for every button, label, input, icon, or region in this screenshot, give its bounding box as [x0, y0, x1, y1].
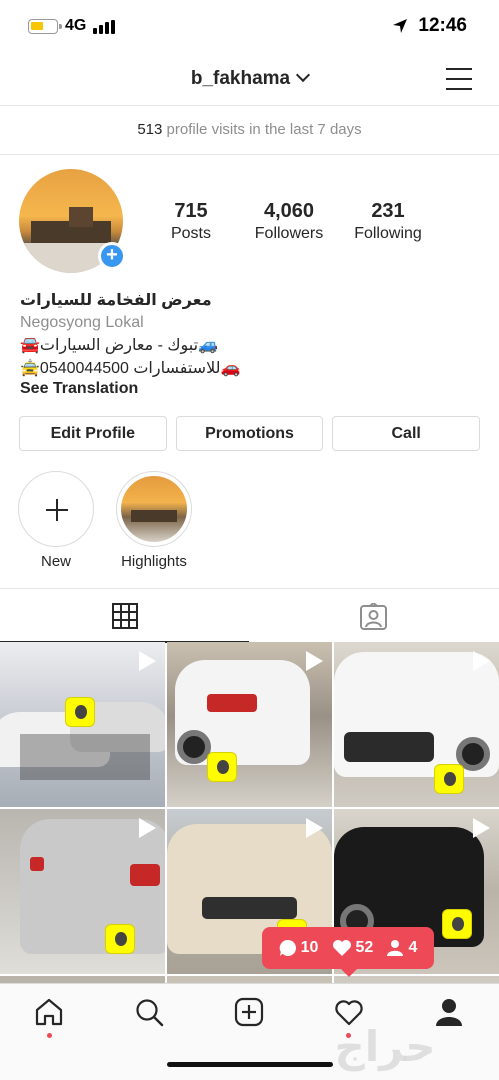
follows-activity: 4 — [386, 939, 417, 957]
followers-label: Followers — [254, 225, 324, 242]
grid-icon[interactable] — [112, 603, 138, 629]
stat-followers[interactable]: 4,060 Followers — [240, 200, 338, 243]
home-notification-dot — [47, 1033, 52, 1038]
post-thumbnail[interactable] — [0, 809, 165, 974]
heart-icon — [332, 940, 351, 956]
posts-count: 715 — [174, 200, 208, 222]
add-story-icon[interactable]: + — [98, 242, 126, 270]
post-thumbnail[interactable] — [334, 642, 499, 807]
highlight-label: Highlights — [121, 553, 187, 570]
location-arrow-icon — [393, 19, 408, 33]
new-post-icon[interactable] — [234, 997, 264, 1027]
comments-activity: 10 — [279, 939, 319, 957]
highlight-new[interactable]: New — [17, 471, 95, 570]
comment-icon — [279, 939, 296, 956]
posts-label: Posts — [170, 225, 211, 242]
followers-count: 4,060 — [263, 200, 315, 222]
likes-activity: 52 — [332, 939, 374, 957]
home-icon[interactable] — [34, 997, 64, 1027]
stat-posts[interactable]: 715 Posts — [142, 200, 240, 243]
profile-category: Negosyong Lokal — [20, 314, 144, 331]
chevron-down-icon — [296, 67, 311, 83]
post-thumbnail[interactable] — [167, 642, 332, 807]
comments-count: 10 — [300, 939, 319, 956]
search-icon[interactable] — [134, 997, 164, 1027]
highlight-thumbnail — [116, 471, 192, 547]
likes-count: 52 — [355, 939, 374, 956]
profile-visits-banner[interactable]: 513 profile visits in the last 7 days — [0, 107, 499, 155]
hamburger-menu-icon[interactable] — [446, 68, 472, 90]
profile-actions: Edit Profile Promotions Call — [19, 416, 481, 451]
bio-line-2: 🚖للاستفسارات 0540044500🚗 — [20, 360, 241, 377]
visits-count: 513 — [137, 121, 163, 138]
profile-name: معرض الفخامة للسيارات — [20, 292, 212, 309]
promotions-button[interactable]: Promotions — [175, 416, 324, 451]
follows-count: 4 — [408, 939, 418, 956]
post-thumbnail[interactable] — [0, 642, 165, 807]
profile-header: b_fakhama — [0, 56, 499, 106]
bio-line-1: 🚘تبوك - معارض السيارات🚙 — [20, 337, 219, 354]
call-button[interactable]: Call — [332, 416, 481, 451]
account-switcher[interactable]: b_fakhama — [0, 67, 499, 90]
edit-profile-button[interactable]: Edit Profile — [19, 416, 167, 451]
status-bar: 4G 12:46 — [0, 0, 499, 56]
home-indicator — [167, 1062, 333, 1067]
profile-stats: 715 Posts 4,060 Followers 231 Following — [142, 200, 482, 243]
see-translation-link[interactable]: See Translation — [20, 380, 480, 398]
highlight-highlights[interactable]: Highlights — [115, 471, 193, 570]
following-label: Following — [354, 225, 422, 242]
battery-icon — [28, 19, 62, 34]
bio: معرض الفخامة للسيارات Negosyong Lokal 🚘ت… — [20, 290, 480, 398]
username: b_fakhama — [190, 68, 291, 89]
activity-notification[interactable]: 10 52 4 — [262, 927, 434, 977]
clock: 12:46 — [418, 15, 467, 36]
following-count: 231 — [371, 200, 405, 222]
highlight-new-label: New — [40, 553, 71, 570]
plus-icon — [18, 471, 94, 547]
stat-following[interactable]: 231 Following — [338, 200, 438, 243]
signal-icon — [93, 20, 117, 34]
tagged-icon[interactable] — [360, 603, 387, 630]
profile-tabs — [0, 588, 499, 643]
person-icon — [387, 940, 404, 956]
network-type: 4G — [65, 17, 87, 34]
visits-text: profile visits in the last 7 days — [162, 121, 362, 138]
